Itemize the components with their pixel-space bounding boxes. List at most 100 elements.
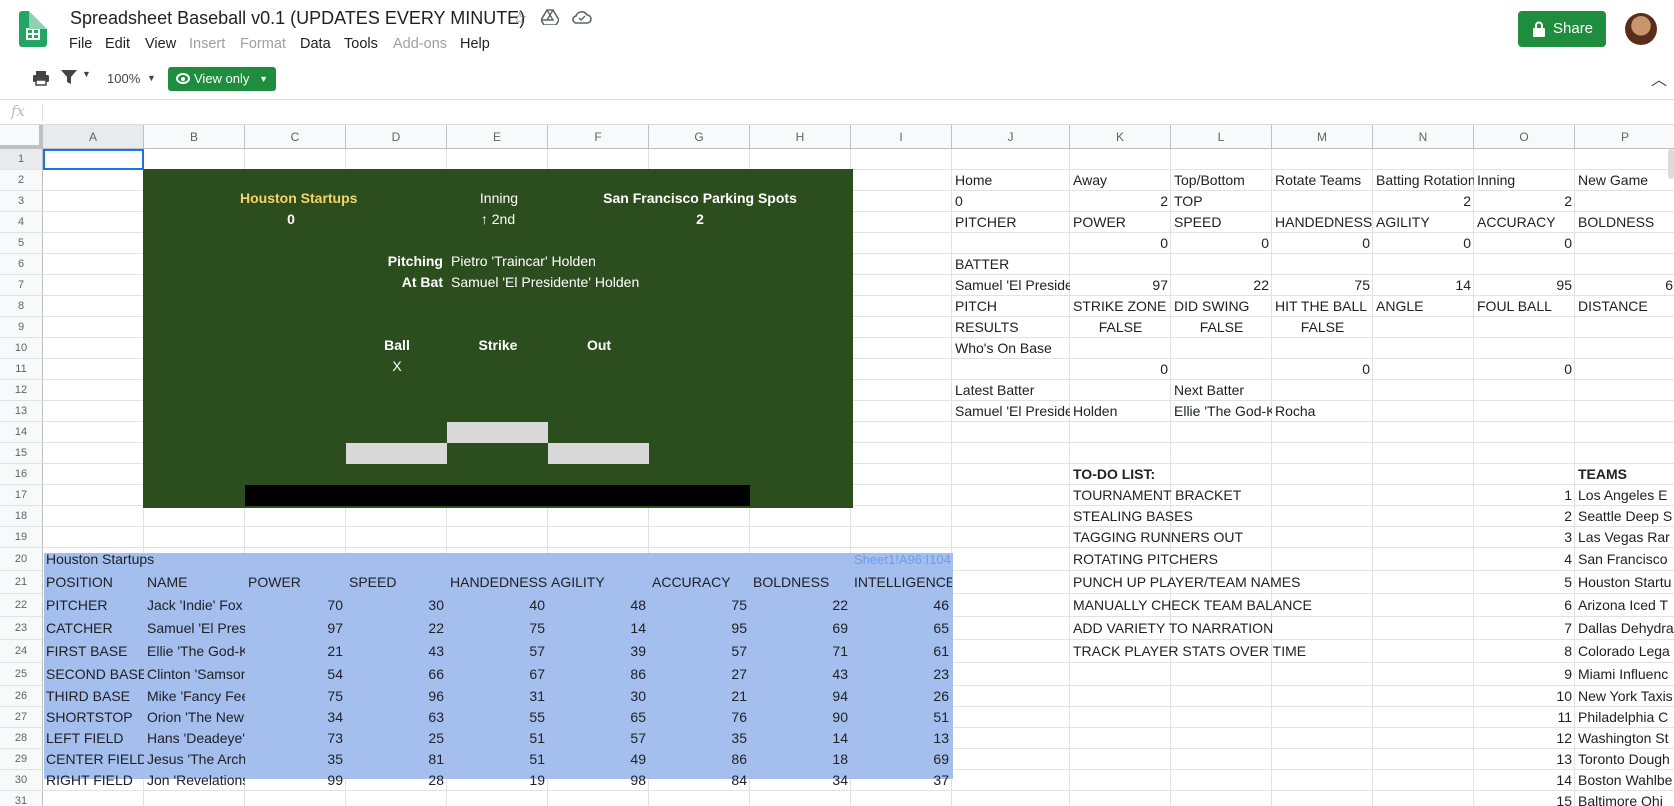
- state-cell[interactable]: POWER: [1070, 212, 1171, 233]
- team-name[interactable]: Colorado Lega: [1575, 640, 1674, 663]
- team-number[interactable]: 10: [1474, 686, 1575, 707]
- todo-item[interactable]: TOURNAMENT BRACKET: [1070, 485, 1373, 506]
- state-cell[interactable]: SPEED: [1171, 212, 1272, 233]
- player-stat[interactable]: 30: [346, 594, 447, 617]
- row-header-17[interactable]: 17: [0, 485, 43, 506]
- row-header-31[interactable]: 31: [0, 791, 43, 806]
- player-stat[interactable]: 43: [346, 640, 447, 663]
- state-cell[interactable]: Who's On Base: [952, 338, 1070, 359]
- row-header-14[interactable]: 14: [0, 422, 43, 443]
- filter-dropdown-icon[interactable]: ▼: [82, 69, 91, 79]
- team-name[interactable]: New York Taxis: [1575, 686, 1674, 707]
- player-name[interactable]: Jon 'Revelations: [144, 770, 245, 791]
- menu-tools[interactable]: Tools: [344, 36, 378, 52]
- player-stat[interactable]: 73: [245, 728, 346, 749]
- state-cell[interactable]: Holden: [1070, 401, 1171, 422]
- player-name[interactable]: Ellie 'The God-K: [144, 640, 245, 663]
- team-number[interactable]: 7: [1474, 617, 1575, 640]
- player-stat[interactable]: 63: [346, 707, 447, 728]
- row-header-27[interactable]: 27: [0, 707, 43, 728]
- row-header-22[interactable]: 22: [0, 594, 43, 617]
- todo-item[interactable]: PUNCH UP PLAYER/TEAM NAMES: [1070, 571, 1373, 594]
- row-header-11[interactable]: 11: [0, 359, 43, 380]
- player-name[interactable]: Samuel 'El Presi: [144, 617, 245, 640]
- player-stat[interactable]: 75: [245, 686, 346, 707]
- row-header-16[interactable]: 16: [0, 464, 43, 485]
- player-position[interactable]: SHORTSTOP: [43, 707, 144, 728]
- team-number[interactable]: 2: [1474, 506, 1575, 527]
- move-to-drive-icon[interactable]: [540, 9, 560, 30]
- roster-range-ref[interactable]: Sheet1!A96:I104: [851, 548, 952, 571]
- player-stat[interactable]: 70: [245, 594, 346, 617]
- state-cell[interactable]: TOP: [1171, 191, 1272, 212]
- player-name[interactable]: Mike 'Fancy Fee: [144, 686, 245, 707]
- row-header-18[interactable]: 18: [0, 506, 43, 527]
- team-name[interactable]: Arizona Iced T: [1575, 594, 1674, 617]
- player-position[interactable]: FIRST BASE: [43, 640, 144, 663]
- row-header-2[interactable]: 2: [0, 170, 43, 191]
- player-stat[interactable]: 69: [851, 749, 952, 770]
- row-header-19[interactable]: 19: [0, 527, 43, 548]
- state-cell[interactable]: FALSE: [1171, 317, 1272, 338]
- player-stat[interactable]: 48: [548, 594, 649, 617]
- column-header-i[interactable]: I: [851, 125, 952, 149]
- player-stat[interactable]: 96: [346, 686, 447, 707]
- star-icon[interactable]: ☆: [512, 9, 527, 29]
- roster-header[interactable]: POWER: [245, 571, 346, 594]
- roster-header[interactable]: BOLDNESS: [750, 571, 851, 594]
- column-header-o[interactable]: O: [1474, 125, 1575, 149]
- player-stat[interactable]: 94: [750, 686, 851, 707]
- player-stat[interactable]: 51: [447, 728, 548, 749]
- view-only-button[interactable]: View only ▼: [168, 67, 276, 91]
- player-name[interactable]: Jesus 'The Archi: [144, 749, 245, 770]
- player-stat[interactable]: 26: [851, 686, 952, 707]
- player-stat[interactable]: 18: [750, 749, 851, 770]
- column-header-n[interactable]: N: [1373, 125, 1474, 149]
- column-header-f[interactable]: F: [548, 125, 649, 149]
- menu-format[interactable]: Format: [240, 36, 286, 52]
- team-name[interactable]: Miami Influenc: [1575, 663, 1674, 686]
- row-header-10[interactable]: 10: [0, 338, 43, 359]
- player-name[interactable]: Clinton 'Samson: [144, 663, 245, 686]
- player-stat[interactable]: 14: [750, 728, 851, 749]
- state-cell[interactable]: BATTER: [952, 254, 1070, 275]
- menu-insert[interactable]: Insert: [189, 36, 225, 52]
- state-cell[interactable]: Latest Batter: [952, 380, 1070, 401]
- roster-header[interactable]: SPEED: [346, 571, 447, 594]
- state-cell[interactable]: 95: [1474, 275, 1575, 296]
- state-cell[interactable]: FOUL BALL: [1474, 296, 1575, 317]
- menu-help[interactable]: Help: [460, 36, 490, 52]
- row-header-1[interactable]: 1: [0, 149, 43, 170]
- column-header-j[interactable]: J: [952, 125, 1070, 149]
- state-cell[interactable]: FALSE: [1070, 317, 1171, 338]
- todo-title[interactable]: TO-DO LIST:: [1070, 464, 1272, 485]
- player-stat[interactable]: 22: [346, 617, 447, 640]
- player-position[interactable]: PITCHER: [43, 594, 144, 617]
- player-stat[interactable]: 49: [548, 749, 649, 770]
- state-cell[interactable]: 0: [952, 191, 1070, 212]
- state-cell[interactable]: 0: [1373, 233, 1474, 254]
- row-header-24[interactable]: 24: [0, 640, 43, 663]
- player-stat[interactable]: 35: [649, 728, 750, 749]
- player-stat[interactable]: 46: [851, 594, 952, 617]
- state-cell[interactable]: FALSE: [1272, 317, 1373, 338]
- menu-edit[interactable]: Edit: [105, 36, 130, 52]
- todo-item[interactable]: ROTATING PITCHERS: [1070, 548, 1373, 571]
- row-header-3[interactable]: 3: [0, 191, 43, 212]
- team-name[interactable]: Washington St: [1575, 728, 1674, 749]
- column-header-a[interactable]: A: [43, 125, 144, 149]
- state-cell[interactable]: ANGLE: [1373, 296, 1474, 317]
- player-stat[interactable]: 84: [649, 770, 750, 791]
- column-header-m[interactable]: M: [1272, 125, 1373, 149]
- row-header-8[interactable]: 8: [0, 296, 43, 317]
- row-header-15[interactable]: 15: [0, 443, 43, 464]
- player-stat[interactable]: 57: [548, 728, 649, 749]
- player-stat[interactable]: 97: [245, 617, 346, 640]
- state-cell[interactable]: DISTANCE: [1575, 296, 1674, 317]
- row-header-26[interactable]: 26: [0, 686, 43, 707]
- player-stat[interactable]: 51: [447, 749, 548, 770]
- roster-header[interactable]: AGILITY: [548, 571, 649, 594]
- team-number[interactable]: 12: [1474, 728, 1575, 749]
- player-stat[interactable]: 31: [447, 686, 548, 707]
- avatar[interactable]: [1625, 13, 1657, 45]
